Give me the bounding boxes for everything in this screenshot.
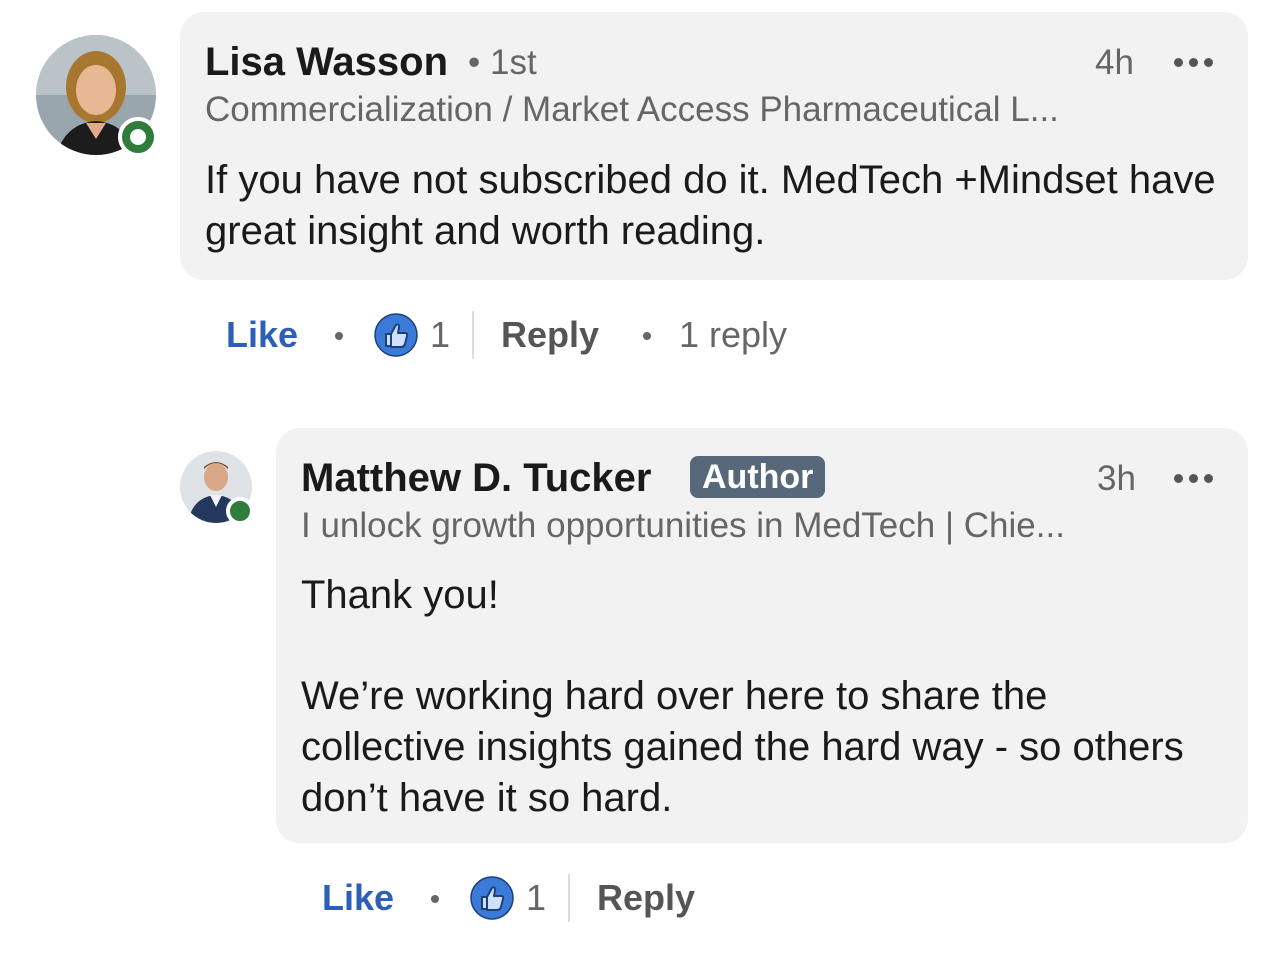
separator-dot [335,332,343,340]
vertical-divider [568,874,570,922]
vertical-divider [472,311,474,359]
reaction-count[interactable]: 1 [526,873,546,923]
like-button[interactable]: Like [226,310,298,360]
author-headline: Commercialization / Market Access Pharma… [205,90,1059,129]
like-button[interactable]: Like [322,873,394,923]
comment-author-name[interactable]: Lisa Wasson [205,40,448,85]
separator-dot [431,895,439,903]
more-options-icon[interactable] [1174,468,1213,488]
reaction-count[interactable]: 1 [430,310,450,360]
more-options-icon[interactable] [1174,52,1213,72]
reply-button[interactable]: Reply [501,310,599,360]
presence-indicator [118,117,158,157]
author-badge: Author [690,456,826,498]
author-headline: I unlock growth opportunities in MedTech… [301,506,1065,545]
reply-actions: Like 1 Reply [0,873,1284,923]
reply-text-line2: We’re working hard over here to share th… [301,674,1195,820]
comments-thread: Lisa Wasson • 1st 4h Commercialization /… [0,0,1284,971]
comment-text: If you have not subscribed do it. MedTec… [205,158,1227,253]
reply-timestamp: 3h [1097,459,1136,498]
avatar-lisa-wasson[interactable] [36,35,158,157]
reply-author-name[interactable]: Matthew D. Tucker [301,456,651,501]
presence-indicator [226,497,254,525]
comment-bubble: Lisa Wasson • 1st 4h Commercialization /… [180,12,1248,280]
connection-degree: • 1st [468,43,537,82]
thumbs-up-icon [374,313,418,357]
separator-dot [643,332,651,340]
thumbs-up-icon [470,876,514,920]
comment-actions: Like 1 Reply 1 reply [0,310,1284,360]
comment-timestamp: 4h [1095,43,1134,82]
reply-text-line1: Thank you! [301,573,499,617]
replies-count-link[interactable]: 1 reply [679,310,787,360]
reply-button[interactable]: Reply [597,873,695,923]
avatar-matthew-d-tucker[interactable] [180,451,254,525]
reply-bubble: Matthew D. Tucker Author 3h I unlock gro… [276,428,1248,843]
